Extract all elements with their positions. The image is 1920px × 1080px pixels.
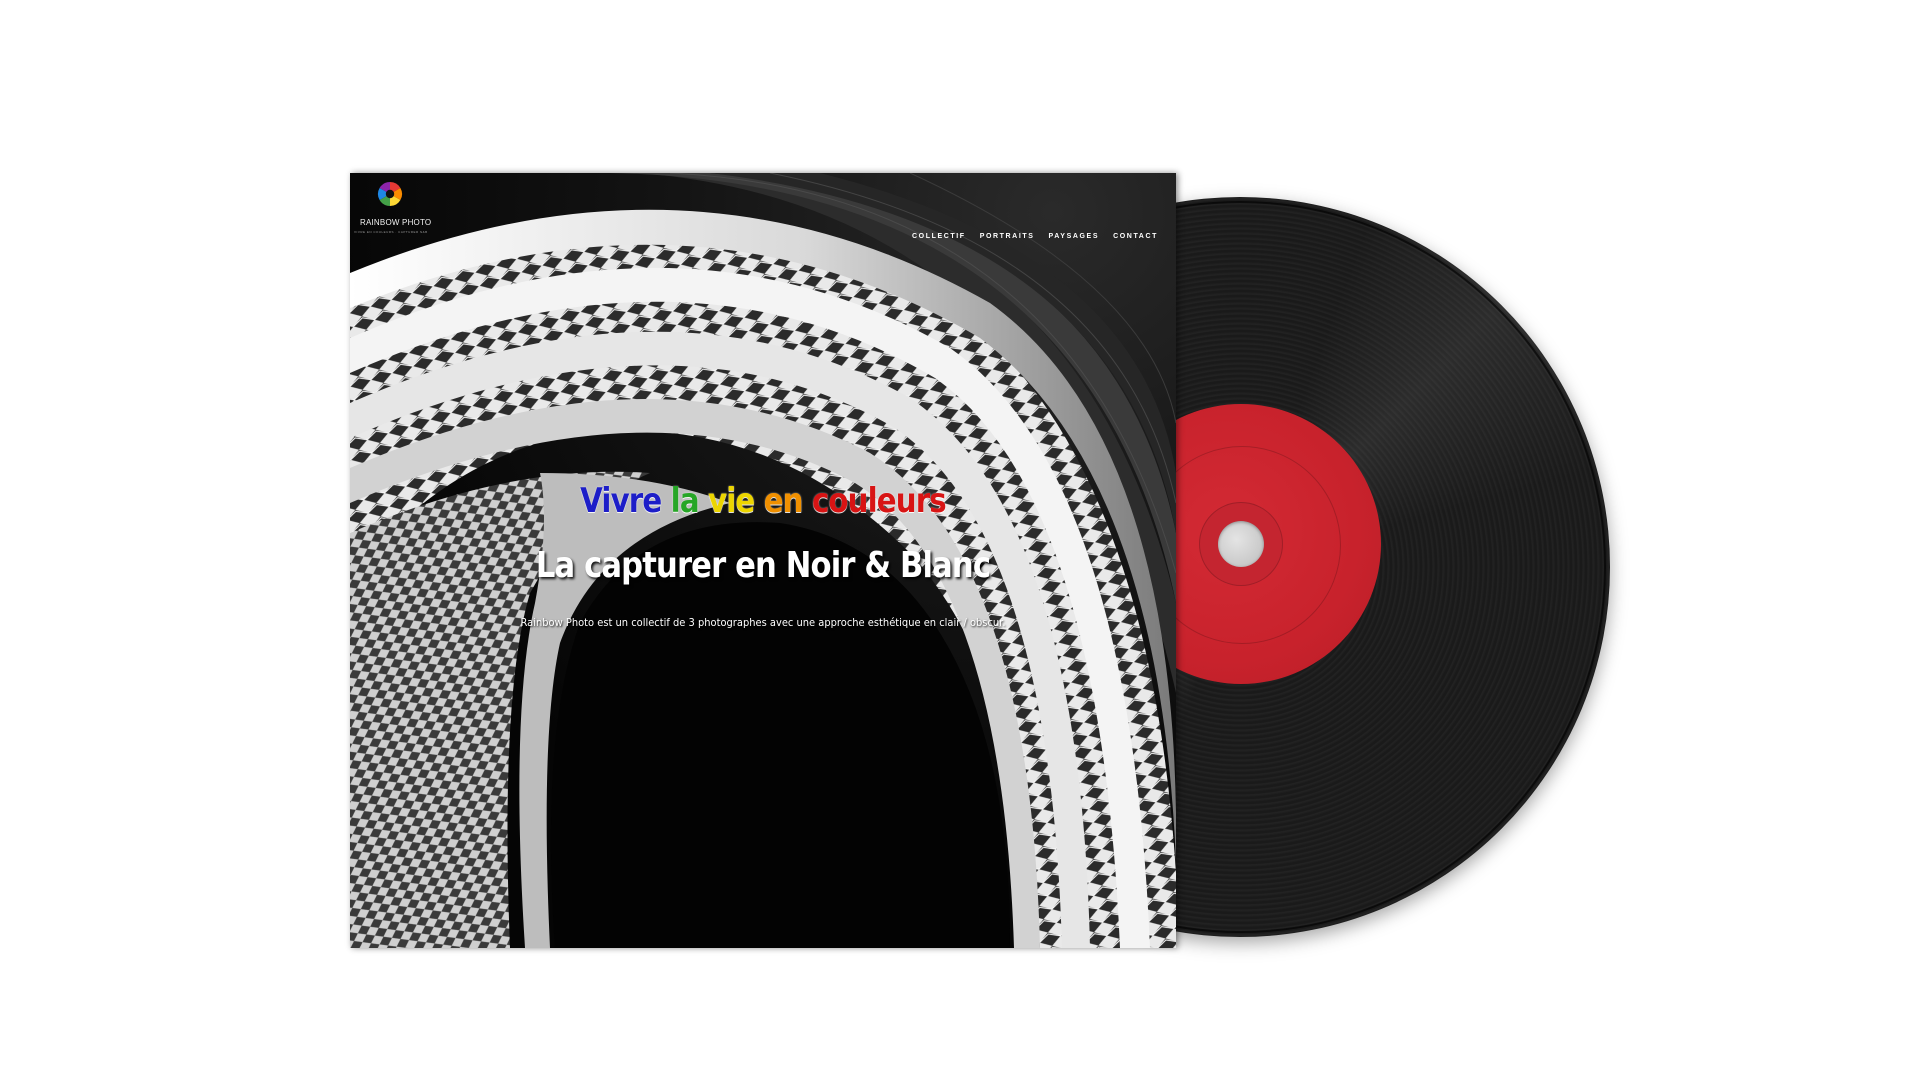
headline-word-la: la bbox=[670, 481, 700, 521]
headline-word-couleurs: couleurs bbox=[811, 481, 947, 521]
logo-tagline: VIVRE EN COULEURS · CAPTURER N&B bbox=[354, 230, 428, 234]
nav-link-paysages[interactable]: PAYSAGES bbox=[1049, 233, 1100, 240]
logo-name: RAINBOW PHOTO bbox=[360, 218, 432, 227]
nav-link-collectif[interactable]: COLLECTIF bbox=[912, 233, 966, 240]
vinyl-spindle-hole bbox=[1218, 521, 1264, 567]
headline-word-en: en bbox=[763, 481, 804, 521]
hero-description: Rainbow Photo est un collectif de 3 phot… bbox=[520, 616, 1006, 629]
hero-headline-colors: Vivre la vie en couleurs bbox=[408, 481, 1118, 521]
nav-link-contact[interactable]: CONTACT bbox=[1113, 233, 1158, 240]
nav-link-portraits[interactable]: PORTRAITS bbox=[980, 233, 1035, 240]
headline-word-vie: vie bbox=[708, 481, 755, 521]
headline-word-vivre: Vivre bbox=[580, 481, 662, 521]
hero-headline-noir-blanc: La capturer en Noir & Blanc bbox=[535, 545, 991, 586]
site-logo[interactable]: RAINBOW PHOTO VIVRE EN COULEURS · CAPTUR… bbox=[354, 181, 432, 234]
album-sleeve: RAINBOW PHOTO VIVRE EN COULEURS · CAPTUR… bbox=[350, 173, 1176, 948]
rainbow-aperture-icon bbox=[377, 182, 403, 206]
main-navigation: COLLECTIF PORTRAITS PAYSAGES CONTACT bbox=[912, 233, 1158, 240]
album-mockup-scene: RAINBOW PHOTO VIVRE EN COULEURS · CAPTUR… bbox=[0, 0, 1920, 1080]
